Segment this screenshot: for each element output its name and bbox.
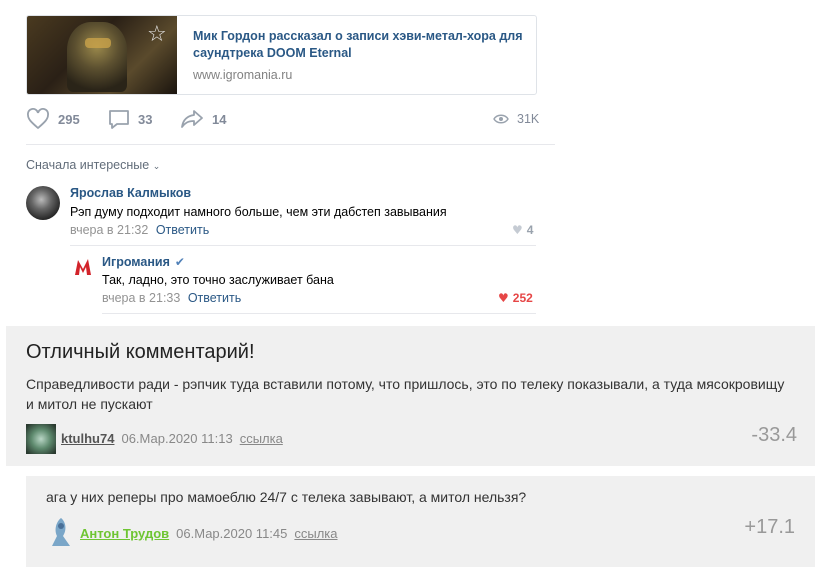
verified-check-icon: ✔ bbox=[174, 255, 185, 269]
featured-meta: ktulhu74 06.Мар.2020 11:13 ссылка bbox=[61, 431, 283, 446]
reply-meta: Антон Трудов 06.Мар.2020 11:45 ссылка bbox=[80, 526, 338, 541]
share-arrow-icon bbox=[181, 110, 203, 128]
comment-like-button[interactable]: ♥ 252 bbox=[498, 291, 533, 305]
eye-icon bbox=[493, 114, 509, 124]
reply-author[interactable]: Антон Трудов bbox=[80, 526, 169, 541]
comment-divider bbox=[70, 245, 536, 246]
likes-count: 295 bbox=[58, 111, 80, 127]
comments-sort-dropdown[interactable]: Сначала интересные ⌄ bbox=[26, 158, 160, 172]
comments-count: 33 bbox=[138, 111, 153, 127]
comment-time[interactable]: вчера в 21:32 bbox=[70, 223, 148, 237]
heart-filled-icon: ♥ bbox=[498, 291, 509, 305]
igromania-logo[interactable] bbox=[72, 256, 94, 278]
comment-author-row[interactable]: Игромания ✔ bbox=[102, 255, 185, 269]
reply-score: +17.1 bbox=[744, 516, 795, 538]
comment-meta: вчера в 21:32 Ответить bbox=[70, 223, 209, 237]
reply-text: ага у них реперы про мамоеблю 24/7 с тел… bbox=[46, 489, 527, 505]
comment-likes-count: 252 bbox=[512, 291, 533, 305]
comment-time[interactable]: вчера в 21:33 bbox=[102, 291, 180, 305]
chevron-down-icon: ⌄ bbox=[152, 161, 161, 171]
heart-icon: ♥ bbox=[512, 223, 523, 237]
featured-link[interactable]: ссылка bbox=[240, 431, 283, 446]
shares-count: 14 bbox=[212, 111, 227, 127]
doom-marine-image bbox=[67, 22, 127, 92]
reply-button[interactable]: Ответить bbox=[188, 291, 241, 305]
avatar[interactable] bbox=[46, 516, 76, 548]
avatar[interactable] bbox=[26, 424, 56, 454]
comment-divider bbox=[102, 313, 536, 314]
comment-author[interactable]: Ярослав Калмыков bbox=[70, 186, 191, 200]
comment-like-button[interactable]: ♥ 4 bbox=[512, 223, 533, 237]
comment-text: Рэп думу подходит намного больше, чем эт… bbox=[70, 205, 447, 219]
doom-visor bbox=[85, 38, 111, 48]
featured-author[interactable]: ktulhu74 bbox=[61, 431, 114, 446]
views-count: 31K bbox=[517, 112, 540, 126]
avatar[interactable] bbox=[26, 186, 60, 220]
link-card[interactable]: ☆ Мик Гордон рассказал о записи хэви-мет… bbox=[26, 15, 537, 95]
views-counter: 31K bbox=[493, 108, 539, 130]
comment-button[interactable]: 33 bbox=[108, 108, 152, 130]
sort-label: Сначала интересные bbox=[26, 158, 150, 172]
reply-date: 06.Мар.2020 11:45 bbox=[176, 526, 288, 541]
link-title[interactable]: Мик Гордон рассказал о записи хэви-метал… bbox=[193, 28, 523, 62]
reply-button[interactable]: Ответить bbox=[156, 223, 209, 237]
actions-divider bbox=[26, 144, 555, 145]
like-button[interactable]: 295 bbox=[26, 108, 80, 130]
comment-likes-count: 4 bbox=[526, 223, 534, 237]
comment-text: Так, ладно, это точно заслуживает бана bbox=[102, 273, 334, 287]
featured-text: Справедливости ради - рэпчик туда встави… bbox=[26, 376, 785, 412]
reply-link[interactable]: ссылка bbox=[294, 526, 337, 541]
featured-score: -33.4 bbox=[751, 424, 797, 446]
featured-date: 06.Мар.2020 11:13 bbox=[121, 431, 233, 446]
star-icon[interactable]: ☆ bbox=[147, 24, 169, 46]
featured-title: Отличный комментарий! bbox=[26, 341, 255, 363]
link-thumbnail: ☆ bbox=[27, 16, 177, 94]
share-button[interactable]: 14 bbox=[180, 108, 226, 130]
link-domain: www.igromania.ru bbox=[193, 68, 293, 82]
comment-author[interactable]: Игромания bbox=[102, 255, 170, 269]
comment-meta: вчера в 21:33 Ответить bbox=[102, 291, 241, 305]
heart-icon bbox=[27, 108, 49, 130]
comment-icon bbox=[109, 110, 129, 129]
